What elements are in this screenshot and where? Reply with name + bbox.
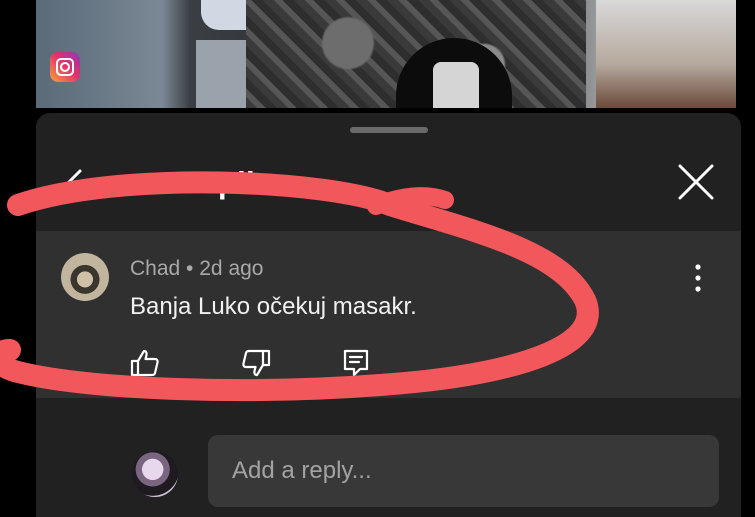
more-vertical-icon[interactable] <box>686 261 710 297</box>
reply-input[interactable] <box>208 435 719 507</box>
comment-author[interactable]: Chad <box>130 257 180 280</box>
page-title: Replies <box>178 165 290 200</box>
reply-composer <box>36 425 741 517</box>
comment-reply-icon[interactable] <box>340 347 372 379</box>
comment-time: 2d ago <box>199 257 264 280</box>
drag-handle[interactable] <box>350 127 428 133</box>
video-frame-detail <box>596 0 736 108</box>
thumb-up-icon[interactable] <box>129 347 161 379</box>
replies-sheet: Replies Chad • 2d ago Banja Luko očekuj … <box>36 113 741 517</box>
video-player[interactable] <box>36 0 736 108</box>
meta-separator: • <box>186 257 194 280</box>
comment-text: Banja Luko očekuj masakr. <box>130 293 417 320</box>
avatar[interactable] <box>61 253 109 301</box>
thumb-down-icon[interactable] <box>240 347 272 379</box>
close-icon[interactable] <box>674 160 718 204</box>
back-arrow-icon[interactable] <box>60 169 92 201</box>
avatar <box>132 451 178 497</box>
microphone-detail <box>433 62 479 108</box>
instagram-icon <box>50 52 80 82</box>
comment-item: Chad • 2d ago Banja Luko očekuj masakr. <box>36 231 741 398</box>
comment-meta: Chad • 2d ago <box>130 257 263 281</box>
